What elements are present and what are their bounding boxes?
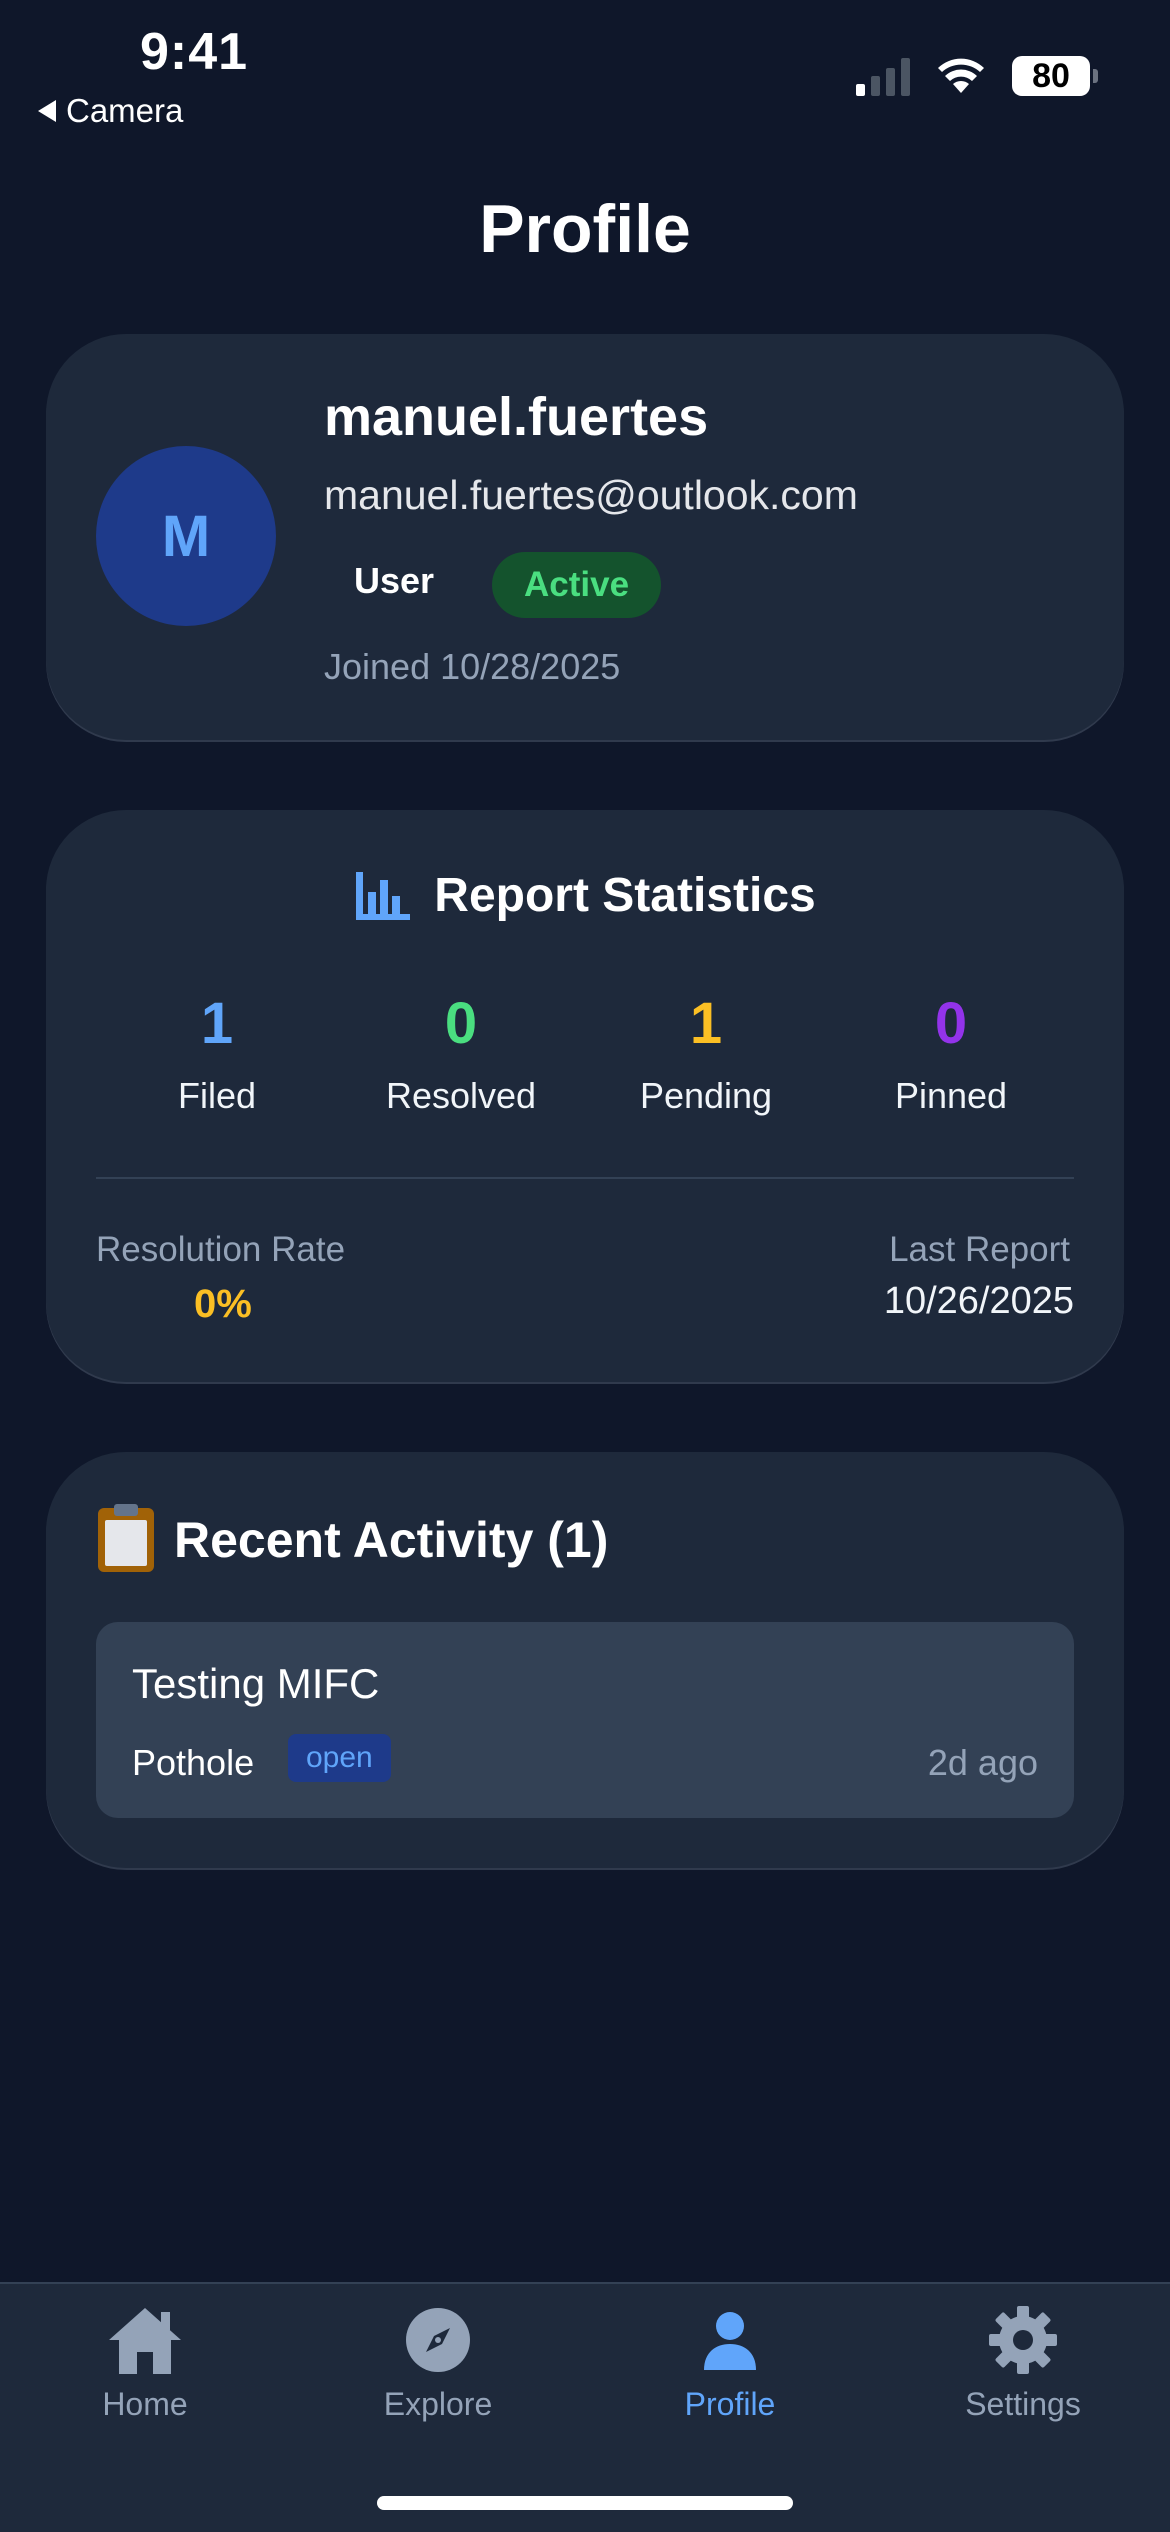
back-to-camera-link[interactable]: Camera	[38, 92, 183, 130]
bottom-tab-bar: Home Explore Profile Settings	[0, 2282, 1170, 2532]
stat-pinned: 0 Pinned	[831, 990, 1071, 1117]
recent-activity-card: Recent Activity (1) Testing MIFC Pothole…	[46, 1452, 1124, 1868]
stat-label: Pending	[639, 1075, 773, 1116]
activity-item-time: 2d ago	[927, 1742, 1038, 1783]
tab-home[interactable]: Home	[35, 2304, 255, 2423]
back-label: Camera	[66, 92, 184, 129]
tab-label: Settings	[965, 2386, 1081, 2422]
stat-label: Resolved	[385, 1075, 537, 1116]
avatar: M	[96, 446, 276, 626]
status-badge: Active	[492, 552, 662, 618]
battery-icon: 80	[1012, 56, 1098, 96]
email: manuel.fuertes@outlook.com	[324, 472, 858, 518]
last-report-label: Last Report	[889, 1230, 1070, 1269]
resolution-rate-label: Resolution Rate	[96, 1230, 346, 1269]
gear-icon	[989, 2306, 1057, 2374]
cellular-signal-icon	[856, 56, 910, 96]
bar-chart-icon	[356, 871, 411, 920]
tab-profile[interactable]: Profile	[620, 2304, 840, 2423]
back-arrow-icon	[38, 100, 56, 122]
resolution-rate-value: 0%	[194, 1282, 252, 1326]
username: manuel.fuertes	[324, 387, 709, 447]
profile-card: M manuel.fuertes manuel.fuertes@outlook.…	[46, 334, 1124, 740]
stat-label: Filed	[177, 1075, 257, 1116]
stat-resolved: 0 Resolved	[341, 990, 581, 1117]
tab-explore[interactable]: Explore	[328, 2304, 548, 2423]
activity-item-category: Pothole	[132, 1742, 255, 1783]
tab-label: Explore	[383, 2386, 493, 2422]
tab-settings[interactable]: Settings	[913, 2304, 1133, 2423]
joined-date: Joined 10/28/2025	[324, 646, 621, 687]
activity-item-title: Testing MIFC	[132, 1660, 380, 1707]
report-statistics-card: Report Statistics 1 Filed 0 Resolved 1 P…	[46, 810, 1124, 1382]
activity-header: Recent Activity (1)	[98, 1504, 609, 1572]
tab-label: Home	[102, 2386, 188, 2422]
stats-title: Report Statistics	[434, 869, 816, 922]
activity-status-badge: open	[288, 1734, 391, 1782]
tab-label: Profile	[684, 2386, 776, 2422]
activity-title: Recent Activity (1)	[174, 1512, 609, 1568]
profile-screen: 9:41 Camera 80 Profile M manuel.fuertes …	[0, 0, 1170, 2532]
home-indicator[interactable]	[377, 2496, 793, 2510]
page-title: Profile	[479, 191, 691, 267]
home-icon	[109, 2308, 181, 2374]
wifi-icon	[938, 58, 984, 93]
last-report-value: 10/26/2025	[883, 1280, 1074, 1322]
stat-value: 0	[934, 991, 968, 1056]
divider	[96, 1177, 1074, 1179]
role-label: User	[354, 560, 435, 601]
status-time: 9:41	[140, 23, 249, 81]
stat-pending: 1 Pending	[586, 990, 826, 1117]
compass-icon	[406, 2308, 470, 2372]
clipboard-icon	[98, 1504, 154, 1572]
stat-value: 0	[444, 991, 478, 1056]
stats-header: Report Statistics	[46, 868, 1124, 923]
status-indicators: 80	[856, 56, 1098, 96]
person-icon	[704, 2312, 756, 2370]
stat-value: 1	[689, 991, 723, 1056]
stat-label: Pinned	[894, 1075, 1008, 1116]
stat-value: 1	[200, 991, 234, 1056]
stat-filed: 1 Filed	[97, 990, 337, 1117]
activity-list-item[interactable]: Testing MIFC Pothole open 2d ago	[96, 1622, 1074, 1818]
